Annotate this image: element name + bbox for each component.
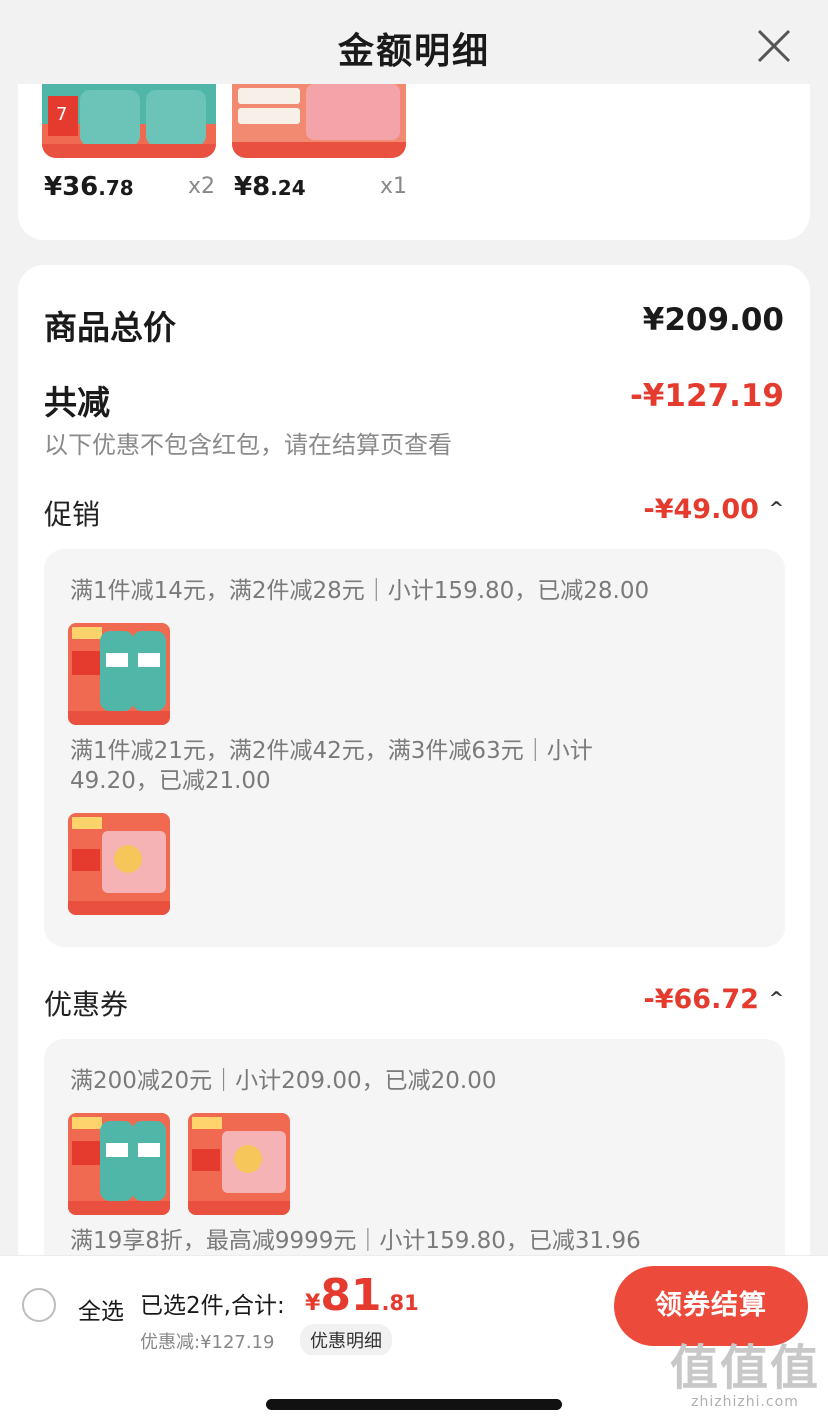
select-all-label[interactable]: 全选 — [78, 1292, 124, 1326]
product-thumbnail[interactable] — [232, 84, 406, 158]
svg-text:7: 7 — [56, 104, 67, 125]
promotion-toggle[interactable]: -¥49.00 ^ — [644, 494, 785, 525]
caret-up-icon: ^ — [768, 498, 784, 519]
promotion-rule: 满1件减14元，满2件减28元｜小计159.80，已减28.00 — [70, 578, 650, 604]
discount-note: 以下优惠不包含红包，请在结算页查看 — [44, 431, 452, 459]
product-thumbnail — [68, 623, 170, 725]
caret-up-icon: ^ — [768, 988, 784, 1009]
promotion-rule: 49.20，已减21.00 — [70, 768, 271, 794]
product-list-card: 7 ¥36.78 x2 ¥8.24 x1 — [18, 84, 810, 240]
coupon-rule: 满19享8折，最高减9999元｜小计159.80，已减31.96 — [70, 1228, 641, 1254]
promotion-detail-box: 满1件减14元，满2件减28元｜小计159.80，已减28.00 满1件减21元… — [44, 549, 785, 947]
home-indicator[interactable] — [266, 1399, 562, 1410]
discount-amount: 优惠减:¥127.19 — [140, 1332, 275, 1353]
watermark-logo: 值值值 — [669, 1340, 820, 1396]
product-thumbnail — [68, 1113, 170, 1215]
product-thumbnail[interactable]: 7 — [42, 84, 216, 158]
coupon-label: 优惠券 — [44, 988, 129, 1021]
product-thumbnail — [68, 813, 170, 915]
radio-unchecked-icon[interactable] — [22, 1288, 56, 1322]
promotion-rule: 满1件减21元，满2件减42元，满3件减63元｜小计 — [70, 738, 593, 764]
reduce-label: 共减 — [44, 383, 110, 422]
discount-detail-link[interactable]: 优惠明细 — [300, 1324, 392, 1356]
total-price: ¥81.81 — [305, 1270, 419, 1321]
coupon-toggle[interactable]: -¥66.72 ^ — [644, 984, 785, 1015]
close-icon[interactable] — [754, 26, 794, 66]
item-quantity: x2 — [188, 174, 216, 199]
page-title: 金额明细 — [337, 31, 490, 72]
total-value: ¥209.00 — [642, 302, 784, 338]
item-quantity: x1 — [380, 174, 408, 199]
selected-count: 已选2件,合计: — [140, 1293, 285, 1319]
checkout-button[interactable]: 领券结算 — [614, 1266, 808, 1346]
product-thumbnail — [188, 1113, 290, 1215]
coupon-rule: 满200减20元｜小计209.00，已减20.00 — [70, 1068, 497, 1094]
watermark: 值值值 zhizhizhi.com — [670, 1342, 820, 1410]
item-price: ¥36.78 — [44, 172, 134, 202]
total-label: 商品总价 — [44, 308, 176, 347]
coupon-value: -¥66.72 — [643, 984, 759, 1015]
item-price: ¥8.24 — [234, 172, 306, 202]
promotion-value: -¥49.00 — [643, 494, 759, 525]
promotion-label: 促销 — [44, 498, 101, 531]
amount-detail-card: 商品总价 ¥209.00 共减 -¥127.19 以下优惠不包含红包，请在结算页… — [18, 265, 810, 1428]
reduce-value: -¥127.19 — [629, 378, 784, 414]
watermark-url: zhizhizhi.com — [691, 1394, 799, 1410]
